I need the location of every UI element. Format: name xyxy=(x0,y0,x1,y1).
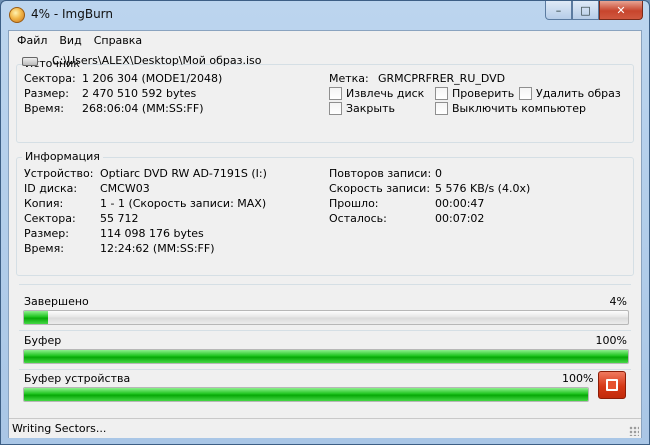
source-sectors-label: Сектора: xyxy=(24,72,76,85)
disc-id-value: CMCW03 xyxy=(100,182,150,195)
complete-label: Завершено xyxy=(24,295,89,308)
info-size-label: Размер: xyxy=(24,227,69,240)
device-buffer-progress-bar xyxy=(23,387,589,402)
delete-image-checkbox-box[interactable] xyxy=(519,87,532,100)
close-checkbox-label: Закрыть xyxy=(346,102,395,115)
status-text: Writing Sectors... xyxy=(12,422,107,435)
device-label: Устройство: xyxy=(24,167,94,180)
client-area: Файл Вид Справка Источник C:\Users\ALEX\… xyxy=(8,30,642,438)
maximize-button[interactable]: □ xyxy=(572,1,599,20)
close-button[interactable]: ✕ xyxy=(599,1,643,20)
menu-view[interactable]: Вид xyxy=(53,31,87,50)
device-value: Optiarc DVD RW AD-7191S (I:) xyxy=(100,167,267,180)
elapsed-value: 00:00:47 xyxy=(435,197,485,210)
buffer-progress-fill xyxy=(24,350,628,363)
window-title: 4% - ImgBurn xyxy=(31,7,114,21)
source-time-value: 268:06:04 (MM:SS:FF) xyxy=(82,102,204,115)
info-sectors-value: 55 712 xyxy=(100,212,139,225)
complete-progress-fill xyxy=(24,311,49,324)
shutdown-checkbox-box[interactable] xyxy=(435,102,448,115)
source-path: C:\Users\ALEX\Desktop\Мой образ.iso xyxy=(52,54,262,67)
complete-percent: 4% xyxy=(609,295,627,308)
app-window: 4% - ImgBurn – □ ✕ Файл Вид Справка Исто… xyxy=(0,0,650,445)
info-group-title: Информация xyxy=(22,150,103,163)
title-bar[interactable]: 4% - ImgBurn – □ ✕ xyxy=(1,1,649,29)
complete-progress-bar xyxy=(23,310,629,325)
verify-checkbox-box[interactable] xyxy=(435,87,448,100)
resize-grip[interactable] xyxy=(629,426,639,436)
delete-image-checkbox-label: Удалить образ xyxy=(536,87,621,100)
source-time-label: Время: xyxy=(24,102,64,115)
source-size-label: Размер: xyxy=(24,87,69,100)
source-sectors-value: 1 206 304 (MODE1/2048) xyxy=(82,72,223,85)
imgburn-icon[interactable] xyxy=(9,7,25,23)
shutdown-checkbox[interactable]: Выключить компьютер xyxy=(435,102,586,115)
remaining-value: 00:07:02 xyxy=(435,212,485,225)
maximize-icon: □ xyxy=(580,3,591,17)
stop-button[interactable] xyxy=(598,371,626,399)
drive-icon xyxy=(22,57,38,66)
shutdown-checkbox-label: Выключить компьютер xyxy=(452,102,586,115)
info-size-value: 114 098 176 bytes xyxy=(100,227,204,240)
menu-file[interactable]: Файл xyxy=(11,31,53,50)
device-buffer-progress-fill xyxy=(24,388,588,401)
separator-bottom xyxy=(19,369,631,370)
info-sectors-label: Сектора: xyxy=(24,212,76,225)
stop-icon xyxy=(606,379,618,391)
device-buffer-percent: 100% xyxy=(562,372,594,385)
source-size-value: 2 470 510 592 bytes xyxy=(82,87,197,100)
copy-label: Копия: xyxy=(24,197,64,210)
eject-checkbox[interactable]: Извлечь диск xyxy=(329,87,424,100)
delete-image-checkbox[interactable]: Удалить образ xyxy=(519,87,621,100)
elapsed-label: Прошло: xyxy=(329,197,379,210)
minimize-icon: – xyxy=(555,3,562,17)
eject-checkbox-label: Извлечь диск xyxy=(346,87,425,100)
status-bar: Writing Sectors... xyxy=(9,418,641,438)
volume-label-label: Метка: xyxy=(329,72,369,85)
copy-value: 1 - 1 (Скорость записи: MAX) xyxy=(100,197,267,210)
device-buffer-label: Буфер устройства xyxy=(24,372,131,385)
write-speed-label: Скорость записи: xyxy=(329,182,431,195)
close-checkbox-box[interactable] xyxy=(329,102,342,115)
write-speed-value: 5 576 KB/s (4.0x) xyxy=(435,182,531,195)
menu-bar: Файл Вид Справка xyxy=(9,31,641,50)
separator-top xyxy=(19,284,631,285)
buffer-percent: 100% xyxy=(595,334,627,347)
close-icon: ✕ xyxy=(616,3,626,17)
buffer-progress-bar xyxy=(23,349,629,364)
menu-help[interactable]: Справка xyxy=(88,31,148,50)
minimize-button[interactable]: – xyxy=(545,1,572,20)
volume-label-value: GRMCPRFRER_RU_DVD xyxy=(378,72,506,85)
retries-label: Повторов записи: xyxy=(329,167,432,180)
close-checkbox[interactable]: Закрыть xyxy=(329,102,395,115)
verify-checkbox[interactable]: Проверить xyxy=(435,87,514,100)
info-time-value: 12:24:62 (MM:SS:FF) xyxy=(100,242,215,255)
eject-checkbox-box[interactable] xyxy=(329,87,342,100)
info-time-label: Время: xyxy=(24,242,64,255)
separator-mid xyxy=(19,330,631,331)
disc-id-label: ID диска: xyxy=(24,182,78,195)
verify-checkbox-label: Проверить xyxy=(452,87,515,100)
retries-value: 0 xyxy=(435,167,442,180)
buffer-label: Буфер xyxy=(24,334,62,347)
remaining-label: Осталось: xyxy=(329,212,387,225)
